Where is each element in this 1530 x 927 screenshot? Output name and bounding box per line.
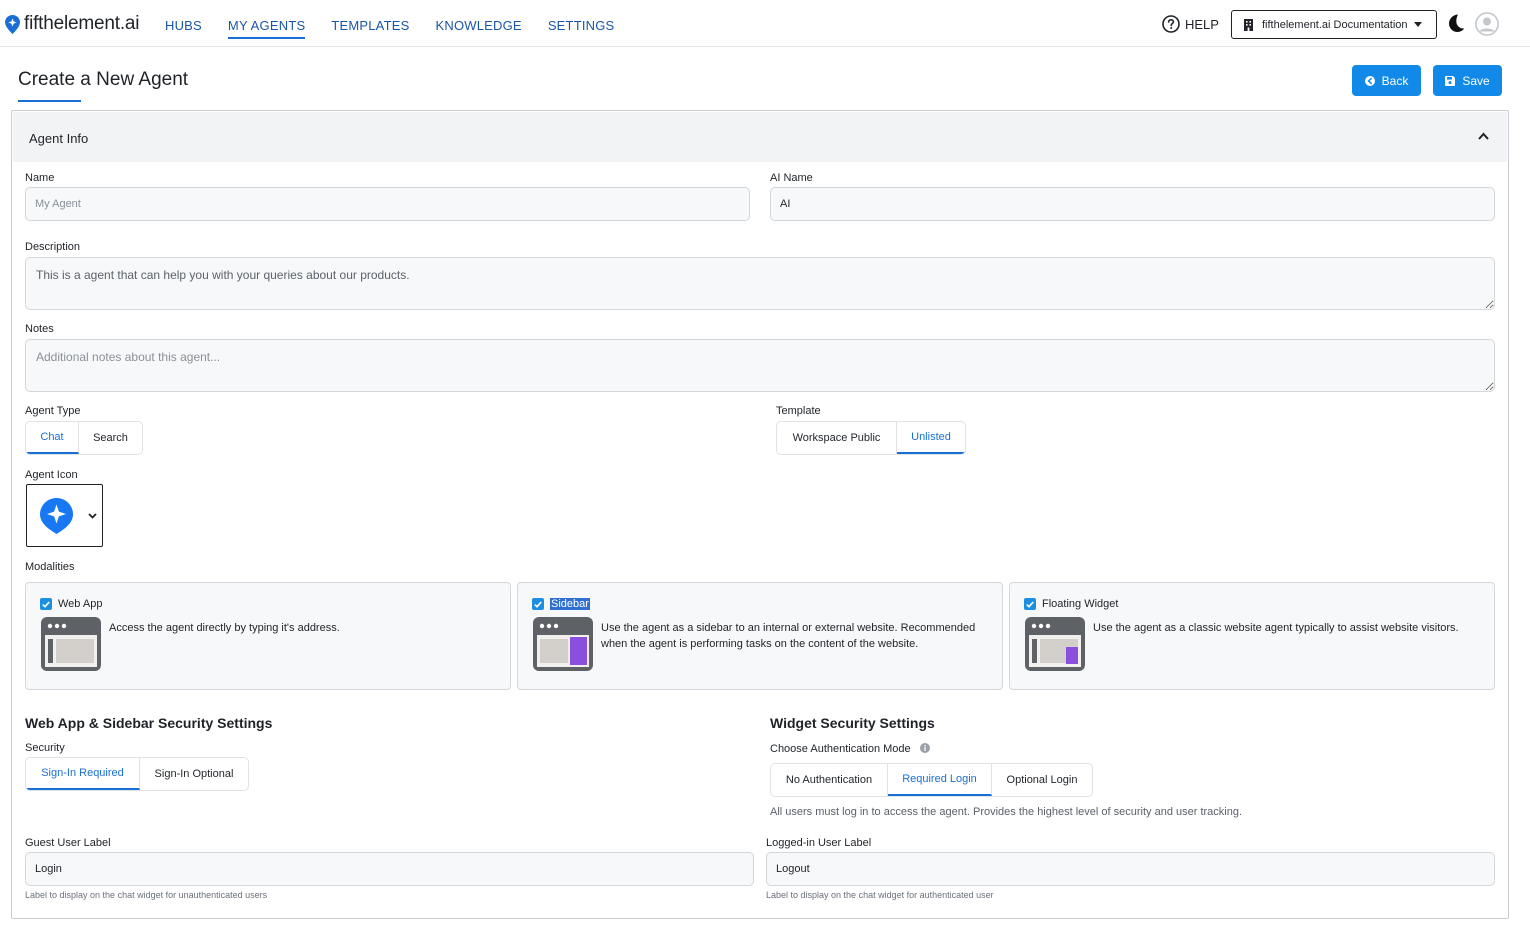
auth-required-login[interactable]: Required Login: [888, 764, 992, 796]
back-button[interactable]: Back: [1352, 65, 1421, 96]
chevron-down-icon: [88, 513, 97, 519]
template-unlisted[interactable]: Unlisted: [897, 422, 965, 454]
description-textarea[interactable]: This is a agent that can help you with y…: [25, 257, 1495, 310]
modalities-label: Modalities: [25, 561, 75, 573]
agent-info-title: Agent Info: [29, 131, 89, 146]
sidebar-checkbox[interactable]: [532, 598, 544, 610]
web-app-checkbox[interactable]: [40, 598, 52, 610]
agent-sparkle-pin-icon: [40, 498, 73, 534]
agent-type-label: Agent Type: [25, 405, 81, 417]
web-app-title: Web App: [58, 598, 103, 610]
agent-icon-label: Agent Icon: [25, 469, 78, 481]
auth-no-authentication[interactable]: No Authentication: [771, 764, 888, 796]
ai-name-input[interactable]: [770, 187, 1495, 221]
floating-widget-window-icon: [1025, 617, 1085, 671]
agent-type-chat[interactable]: Chat: [26, 422, 79, 454]
auth-mode-hint: All users must log in to access the agen…: [770, 806, 1243, 818]
modality-card-sidebar[interactable]: Sidebar Use the agent as a sidebar to an…: [517, 582, 1003, 690]
nav-knowledge[interactable]: KNOWLEDGE: [435, 18, 521, 39]
logged-in-user-label-hint: Label to display on the chat widget for …: [766, 890, 994, 900]
help-circle-icon: [1162, 15, 1180, 33]
ai-name-label: AI Name: [770, 172, 813, 184]
page-title: Create a New Agent: [18, 69, 189, 90]
name-input[interactable]: [25, 187, 750, 221]
web-app-window-icon: [41, 617, 101, 671]
user-avatar[interactable]: [1475, 12, 1499, 36]
floating-widget-checkbox[interactable]: [1024, 598, 1036, 610]
security-sign-in-optional[interactable]: Sign-In Optional: [140, 758, 248, 790]
widget-security-title: Widget Security Settings: [770, 715, 935, 731]
brand-logo[interactable]: fifthelement.ai: [5, 13, 139, 35]
web-app-description: Access the agent directly by typing it's…: [109, 622, 340, 634]
save-button[interactable]: Save: [1433, 65, 1502, 96]
agent-icon-picker[interactable]: [26, 484, 103, 547]
user-avatar-icon: [1475, 12, 1499, 36]
brand-pin-icon: [5, 14, 20, 34]
caret-down-icon: [1413, 22, 1422, 27]
sidebar-description: Use the agent as a sidebar to an interna…: [601, 622, 976, 650]
agent-info-panel: Agent Info Name AI Name Description This…: [11, 110, 1509, 919]
sidebar-title: Sidebar: [550, 598, 590, 610]
guest-user-label-input[interactable]: [25, 852, 754, 886]
hub-selector-label: fifthelement.ai Documentation: [1262, 18, 1408, 31]
save-button-label: Save: [1462, 73, 1490, 88]
nav-templates[interactable]: TEMPLATES: [331, 18, 409, 39]
security-label: Security: [25, 742, 65, 754]
auth-mode-toggle: No Authentication Required Login Optiona…: [770, 763, 1093, 797]
floppy-disk-icon: [1445, 75, 1456, 86]
auth-mode-label: Choose Authentication Mode: [770, 743, 930, 755]
description-label: Description: [25, 241, 81, 253]
security-sign-in-required[interactable]: Sign-In Required: [26, 758, 140, 790]
logged-in-user-label-input[interactable]: [766, 852, 1495, 886]
guest-user-label-label: Guest User Label: [25, 837, 111, 849]
dark-mode-moon-icon[interactable]: [1445, 13, 1465, 33]
chevron-up-icon[interactable]: [1478, 132, 1489, 140]
nav-hubs[interactable]: HUBS: [165, 18, 202, 39]
web-security-title: Web App & Sidebar Security Settings: [25, 715, 273, 731]
agent-info-header[interactable]: Agent Info: [13, 112, 1507, 162]
checkmark-icon: [534, 600, 542, 608]
modality-card-floating-widget[interactable]: Floating Widget Use the agent as a class…: [1009, 582, 1495, 690]
modality-card-web-app[interactable]: Web App Access the agent directly by typ…: [25, 582, 511, 690]
auth-optional-login[interactable]: Optional Login: [992, 764, 1092, 796]
hub-selector-dropdown[interactable]: fifthelement.ai Documentation: [1231, 10, 1437, 39]
building-icon: [1244, 18, 1253, 31]
info-icon[interactable]: [919, 743, 930, 753]
back-button-label: Back: [1381, 73, 1409, 88]
template-workspace-public[interactable]: Workspace Public: [777, 422, 897, 454]
notes-label: Notes: [25, 323, 54, 335]
checkmark-icon: [1026, 600, 1034, 608]
name-label: Name: [25, 172, 55, 184]
help-label: HELP: [1185, 16, 1219, 32]
auth-mode-label-text: Choose Authentication Mode: [770, 743, 911, 755]
nav-my-agents[interactable]: MY AGENTS: [227, 18, 306, 39]
help-link[interactable]: HELP: [1162, 15, 1219, 33]
guest-user-label-hint: Label to display on the chat widget for …: [25, 890, 268, 900]
notes-textarea[interactable]: [25, 339, 1495, 392]
brand-name: fifthelement.ai: [24, 13, 140, 34]
top-navbar: fifthelement.ai HUBS MY AGENTS TEMPLATES…: [0, 0, 1530, 47]
page-title-underline: [18, 100, 81, 102]
template-toggle: Workspace Public Unlisted: [776, 421, 966, 455]
floating-widget-title: Floating Widget: [1042, 598, 1119, 610]
logged-in-user-label-label: Logged-in User Label: [766, 837, 872, 849]
floating-widget-description: Use the agent as a classic website agent…: [1093, 622, 1459, 634]
sidebar-window-icon: [533, 617, 593, 671]
nav-settings[interactable]: SETTINGS: [548, 18, 615, 39]
checkmark-icon: [42, 600, 50, 608]
main-nav: HUBS MY AGENTS TEMPLATES KNOWLEDGE SETTI…: [165, 18, 640, 39]
security-toggle: Sign-In Required Sign-In Optional: [25, 757, 249, 791]
back-arrow-icon: [1364, 75, 1375, 86]
template-label: Template: [776, 405, 821, 417]
agent-type-toggle: Chat Search: [25, 421, 143, 455]
agent-type-search[interactable]: Search: [79, 422, 142, 454]
